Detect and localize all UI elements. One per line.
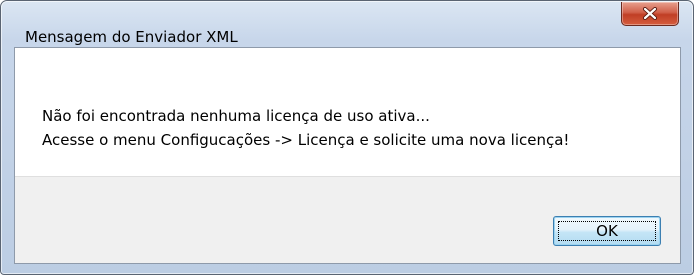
title-bar[interactable]: Mensagem do Enviador XML (1, 1, 693, 47)
message-panel: Não foi encontrada nenhuma licença de us… (15, 48, 680, 176)
close-button[interactable] (621, 2, 679, 26)
close-icon (643, 7, 657, 20)
ok-button-label: OK (596, 222, 618, 240)
message-dialog: Mensagem do Enviador XML Não foi encontr… (0, 0, 694, 275)
message-line-1: Não foi encontrada nenhuma licença de us… (42, 107, 430, 125)
dialog-client-area: Não foi encontrada nenhuma licença de us… (14, 47, 681, 264)
message-line-2: Acesse o menu Configucações -> Licença e… (42, 131, 570, 149)
button-panel: OK (15, 176, 680, 263)
window-title: Mensagem do Enviador XML (25, 28, 238, 46)
ok-button[interactable]: OK (553, 216, 661, 246)
